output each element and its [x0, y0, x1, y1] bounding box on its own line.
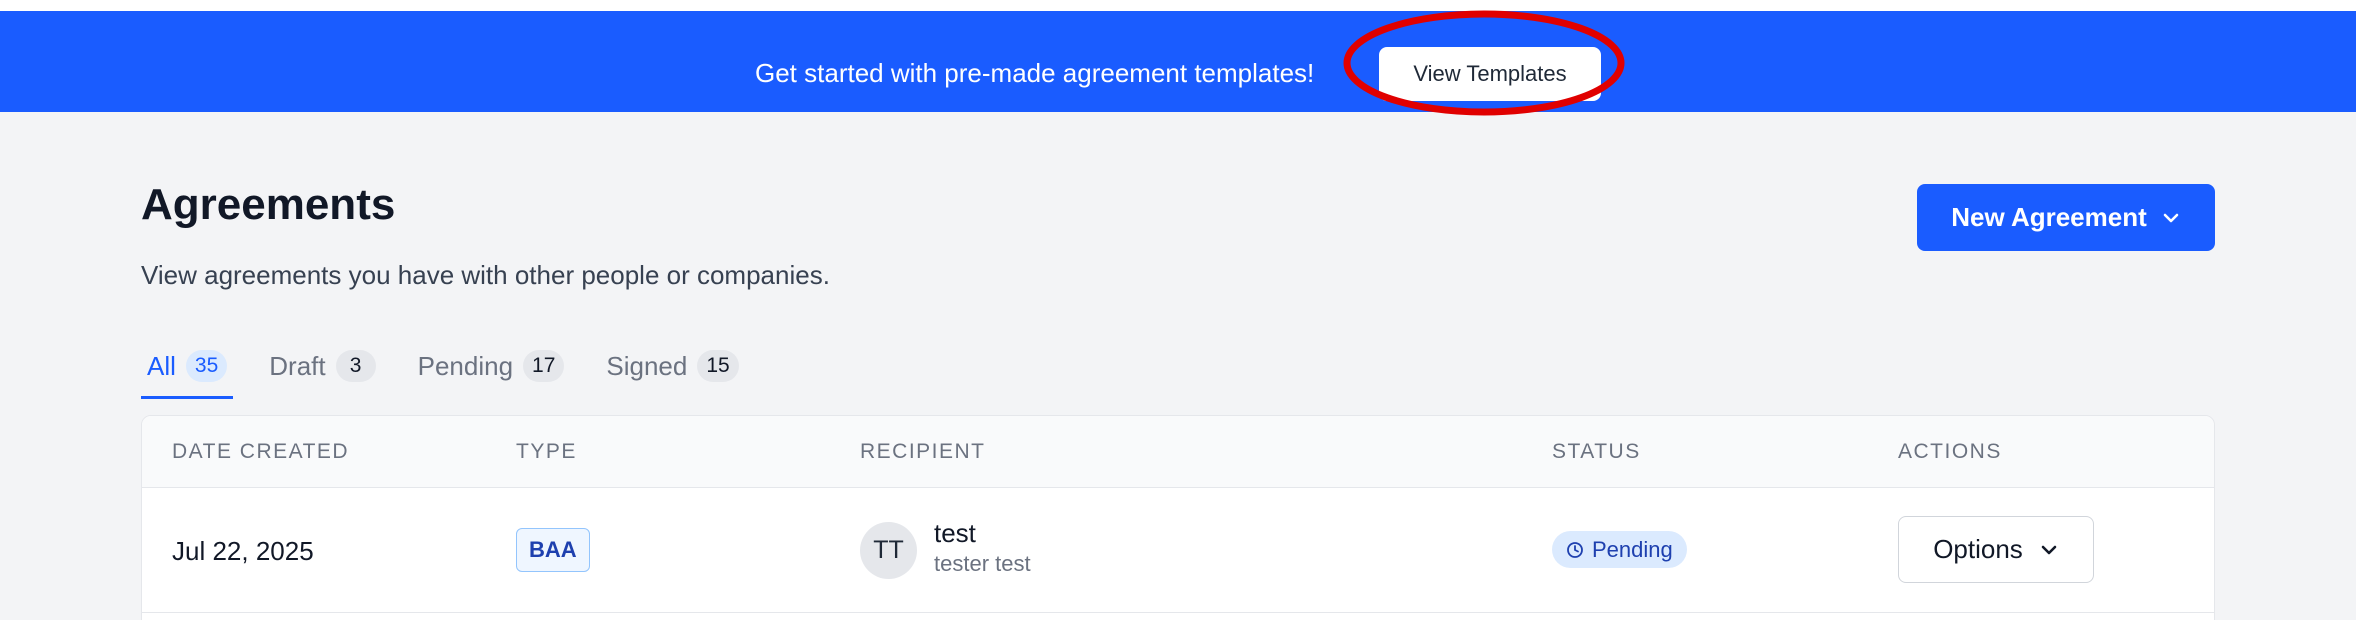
tab-label: Pending: [417, 351, 514, 381]
agreements-table: DATE CREATED TYPE RECIPIENT STATUS ACTIO…: [141, 415, 2215, 620]
recipient-name: test: [934, 518, 976, 548]
avatar: TT: [860, 522, 917, 579]
table-header: DATE CREATED TYPE RECIPIENT STATUS ACTIO…: [142, 416, 2214, 488]
clock-icon: [1567, 541, 1583, 558]
banner-text: Get started with pre-made agreement temp…: [755, 58, 1315, 88]
table-row[interactable]: Jul 22, 2025 BAA TT test tester test Pen…: [142, 488, 2214, 613]
tab-count-badge: 17: [523, 350, 565, 382]
date-created: Jul 22, 2025: [172, 536, 314, 566]
options-button[interactable]: Options: [1898, 516, 2094, 583]
page-title: Agreements: [141, 180, 396, 229]
tab-count-badge: 3: [335, 350, 376, 382]
top-strip: [0, 0, 2356, 11]
tab-signed[interactable]: Signed 15: [600, 350, 744, 399]
tab-label: All: [147, 351, 176, 381]
tab-count-badge: 15: [697, 350, 739, 382]
view-templates-button[interactable]: View Templates: [1379, 47, 1601, 101]
column-header-actions: ACTIONS: [1898, 440, 2002, 463]
tab-label: Signed: [606, 351, 688, 381]
tab-count-badge: 35: [185, 350, 228, 382]
column-header-recipient: RECIPIENT: [860, 440, 986, 463]
promo-banner: Get started with pre-made agreement temp…: [0, 11, 2356, 112]
column-header-status: STATUS: [1552, 440, 1641, 463]
chevron-down-icon: [2163, 213, 2179, 222]
column-header-type: TYPE: [516, 440, 577, 463]
type-badge: BAA: [516, 528, 590, 572]
page-subtitle: View agreements you have with other peop…: [141, 260, 830, 290]
options-label: Options: [1933, 534, 2023, 564]
tab-label: Draft: [269, 351, 326, 381]
tab-draft[interactable]: Draft 3: [263, 350, 381, 399]
column-header-date-created: DATE CREATED: [172, 440, 350, 463]
status-badge: Pending: [1552, 531, 1687, 568]
chevron-down-icon: [2041, 545, 2057, 554]
status-label: Pending: [1592, 536, 1673, 562]
status-tabs: All 35 Draft 3 Pending 17 Signed 15: [141, 350, 775, 399]
tab-pending[interactable]: Pending 17: [412, 350, 571, 399]
recipient-subtitle: tester test: [934, 551, 1031, 576]
tab-all[interactable]: All 35: [141, 350, 234, 399]
new-agreement-label: New Agreement: [1951, 202, 2147, 232]
new-agreement-button[interactable]: New Agreement: [1917, 184, 2215, 251]
